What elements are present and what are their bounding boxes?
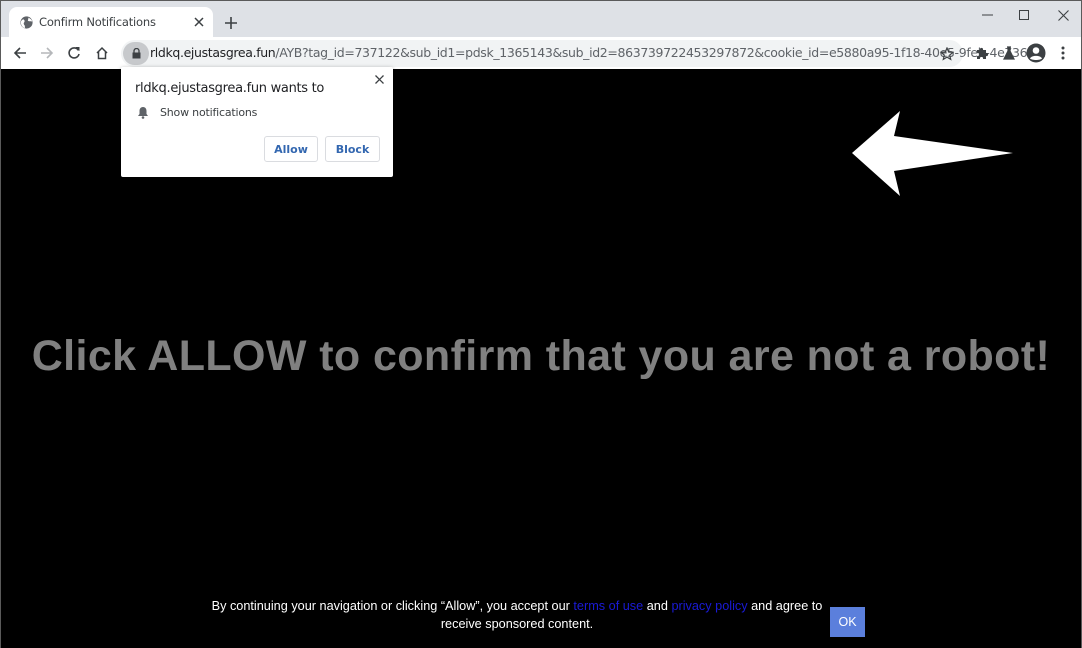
allow-button[interactable]: Allow <box>264 136 318 162</box>
reload-icon <box>68 47 80 59</box>
tab-title: Confirm Notifications <box>39 15 156 29</box>
privacy-policy-link[interactable]: privacy policy <box>671 599 747 613</box>
block-button[interactable]: Block <box>325 136 380 162</box>
url-host: rldkq.ejustasgrea.fun <box>150 45 276 60</box>
labs-button[interactable] <box>998 42 1020 64</box>
minimize-icon <box>981 14 993 16</box>
globe-icon <box>20 16 33 29</box>
forward-button[interactable] <box>36 42 58 64</box>
home-button[interactable] <box>91 42 113 64</box>
prompt-title: rldkq.ejustasgrea.fun wants to <box>135 81 325 96</box>
back-icon <box>13 47 26 59</box>
notification-permission-prompt: rldkq.ejustasgrea.fun wants to Show noti… <box>121 67 393 177</box>
ok-button[interactable]: OK <box>830 607 865 637</box>
tab-strip: Confirm Notifications <box>1 1 1081 37</box>
close-icon <box>1057 9 1069 21</box>
labs-icon <box>1003 46 1015 60</box>
url-text[interactable]: rldkq.ejustasgrea.fun/AYB?tag_id=737122&… <box>150 45 1046 60</box>
maximize-icon <box>1019 10 1029 20</box>
permission-label: Show notifications <box>160 106 258 119</box>
site-info-button[interactable] <box>123 42 149 65</box>
tab-confirm-notifications[interactable]: Confirm Notifications <box>9 7 213 37</box>
lock-icon <box>132 48 140 59</box>
headline: Click ALLOW to confirm that you are not … <box>31 332 1051 380</box>
new-tab-button[interactable] <box>221 13 241 33</box>
prompt-close-button[interactable] <box>372 72 386 86</box>
toolbar: rldkq.ejustasgrea.fun/AYB?tag_id=737122&… <box>1 37 1081 69</box>
minimize-button[interactable] <box>968 5 1006 25</box>
profile-icon <box>1026 43 1046 63</box>
address-bar[interactable]: rldkq.ejustasgrea.fun/AYB?tag_id=737122&… <box>121 40 1046 67</box>
consent-text-before: By continuing your navigation or clickin… <box>211 599 574 613</box>
bookmark-button[interactable] <box>937 44 957 64</box>
home-icon <box>96 46 108 60</box>
arrow-left-icon <box>852 111 1013 196</box>
bell-icon <box>138 107 148 119</box>
browser-window: Confirm Notifications rldkq.ejustasgrea.… <box>0 0 1082 648</box>
tab-close-icon[interactable] <box>191 14 207 30</box>
menu-icon <box>1061 46 1065 60</box>
terms-of-use-link[interactable]: terms of use <box>573 599 643 613</box>
close-icon <box>374 74 384 84</box>
extensions-button[interactable] <box>971 42 993 64</box>
window-close-button[interactable] <box>1044 5 1082 25</box>
profile-button[interactable] <box>1025 42 1047 64</box>
star-icon <box>940 47 954 61</box>
consent-text-middle: and <box>643 599 672 613</box>
reload-button[interactable] <box>63 42 85 64</box>
url-path: /AYB?tag_id=737122&sub_id1=pdsk_1365143&… <box>275 45 1046 60</box>
forward-icon <box>41 47 54 59</box>
back-button[interactable] <box>9 42 31 64</box>
consent-text: By continuing your navigation or clickin… <box>211 597 823 633</box>
extensions-icon <box>977 47 989 59</box>
plus-icon <box>225 17 237 29</box>
maximize-button[interactable] <box>1005 5 1043 25</box>
menu-button[interactable] <box>1052 42 1074 64</box>
